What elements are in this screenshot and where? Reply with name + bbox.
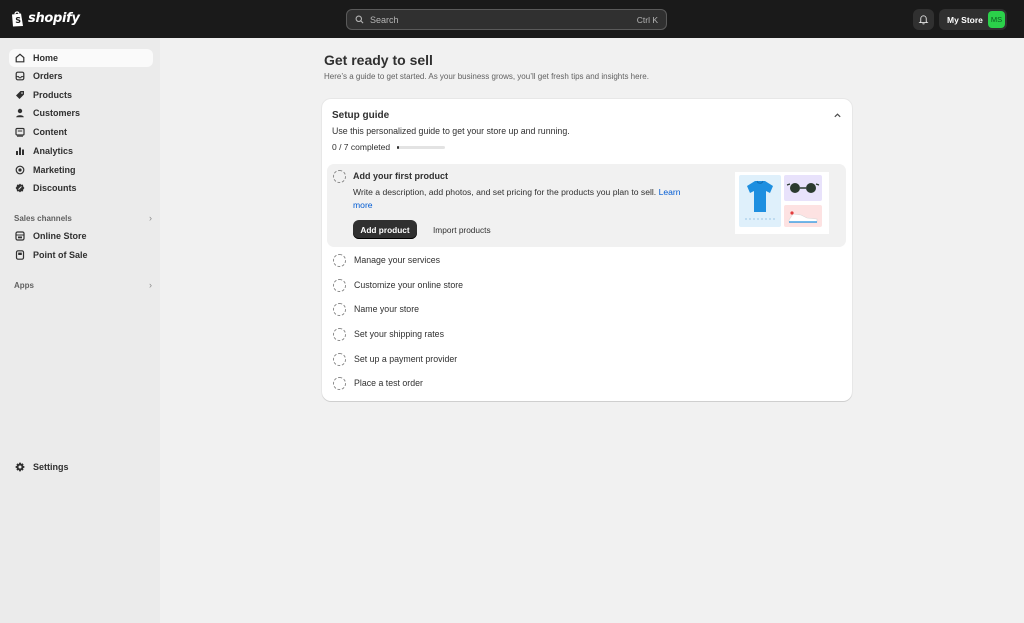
incomplete-checkbox[interactable] (333, 302, 346, 316)
svg-text:S: S (15, 16, 21, 25)
store-menu-button[interactable]: My Store MS (939, 9, 1007, 30)
sidebar-item-label: Products (33, 90, 73, 100)
search-bar[interactable]: Search Ctrl K (346, 9, 667, 30)
sidebar-item-label: Online Store (33, 231, 87, 241)
target-icon (15, 165, 25, 175)
sidebar: Home Orders Products Customers Content A… (0, 38, 160, 623)
add-product-button[interactable]: Add product (353, 220, 417, 239)
collapse-button[interactable] (831, 109, 843, 121)
sidebar-item-marketing[interactable]: Marketing (9, 161, 153, 179)
task-add-first-product[interactable]: Add your first product Write a descripti… (327, 164, 846, 247)
sales-channels-label: Sales channels (14, 213, 72, 223)
discount-icon (15, 183, 25, 193)
sidebar-item-label: Settings (33, 462, 69, 472)
shopify-logo[interactable]: S shopify (11, 10, 80, 27)
person-icon (16, 108, 24, 118)
task-manage-services[interactable]: Manage your services (333, 253, 440, 267)
bell-icon (918, 15, 929, 25)
search-placeholder: Search (370, 14, 399, 25)
task-title: Add your first product (353, 171, 448, 181)
task-label: Manage your services (354, 255, 441, 265)
chevron-right-icon: › (149, 280, 152, 290)
sidebar-item-label: Point of Sale (33, 250, 88, 260)
apps-label: Apps (14, 280, 34, 290)
page-title: Get ready to sell (324, 52, 433, 68)
sidebar-item-label: Discounts (33, 183, 77, 193)
sidebar-item-label: Marketing (33, 165, 76, 175)
task-label: Name your store (354, 304, 420, 314)
task-payment-provider[interactable]: Set up a payment provider (333, 352, 457, 366)
incomplete-checkbox[interactable] (333, 327, 346, 341)
sidebar-item-home[interactable]: Home (9, 49, 153, 67)
sidebar-item-analytics[interactable]: Analytics (9, 142, 153, 160)
progress-bar (397, 145, 446, 149)
progress-row: 0 / 7 completed (332, 142, 446, 152)
orders-icon (15, 71, 25, 81)
sidebar-item-label: Home (33, 53, 59, 63)
tag-icon (16, 91, 24, 99)
sidebar-item-online-store[interactable]: Online Store (9, 227, 153, 245)
gear-icon (15, 462, 25, 472)
sidebar-item-label: Customers (33, 108, 81, 118)
sales-channels-header[interactable]: Sales channels › (14, 213, 152, 223)
task-shipping-rates[interactable]: Set your shipping rates (333, 327, 444, 341)
chevron-up-icon (833, 112, 841, 117)
sidebar-item-label: Content (33, 127, 67, 137)
brand-name: shopify (28, 11, 80, 26)
page-subtitle: Here’s a guide to get started. As your b… (324, 72, 649, 81)
incomplete-checkbox[interactable] (333, 170, 346, 183)
sidebar-item-point-of-sale[interactable]: Point of Sale (9, 246, 153, 264)
setup-guide-card: Setup guide Use this personalized guide … (322, 99, 852, 401)
home-icon (15, 53, 25, 63)
task-description: Write a description, add photos, and set… (353, 186, 683, 212)
bar-chart-icon (16, 147, 24, 155)
task-label: Set your shipping rates (354, 329, 444, 339)
setup-guide-title: Setup guide (332, 110, 390, 121)
sidebar-item-customers[interactable]: Customers (9, 104, 153, 122)
chevron-right-icon: › (149, 213, 152, 223)
incomplete-checkbox[interactable] (333, 376, 346, 390)
incomplete-checkbox[interactable] (333, 278, 346, 292)
shopify-bag-icon: S (12, 11, 23, 27)
store-name: My Store (947, 14, 983, 25)
task-name-store[interactable]: Name your store (333, 302, 419, 316)
import-products-button[interactable]: Import products (433, 220, 491, 239)
task-customize-store[interactable]: Customize your online store (333, 278, 463, 292)
sidebar-item-label: Orders (33, 71, 63, 81)
sidebar-item-products[interactable]: Products (9, 86, 153, 104)
task-test-order[interactable]: Place a test order (333, 376, 423, 390)
task-label: Place a test order (354, 378, 423, 388)
sidebar-item-settings[interactable]: Settings (9, 458, 153, 476)
task-label: Set up a payment provider (354, 354, 458, 364)
sidebar-item-discounts[interactable]: Discounts (9, 179, 153, 197)
content-icon (15, 127, 25, 137)
pos-icon (15, 250, 25, 260)
apps-header[interactable]: Apps › (14, 280, 152, 290)
search-shortcut: Ctrl K (636, 14, 658, 25)
progress-text: 0 / 7 completed (332, 142, 391, 152)
incomplete-checkbox[interactable] (333, 352, 346, 366)
avatar: MS (988, 11, 1005, 28)
store-icon (15, 231, 25, 241)
products-illustration (735, 172, 829, 234)
task-label: Customize your online store (354, 280, 464, 290)
notifications-button[interactable] (913, 9, 934, 30)
setup-guide-description: Use this personalized guide to get your … (332, 126, 570, 136)
incomplete-checkbox[interactable] (333, 253, 346, 267)
task-description-text: Write a description, add photos, and set… (353, 187, 657, 197)
sidebar-item-content[interactable]: Content (9, 123, 153, 141)
search-icon (355, 15, 364, 24)
progress-bar-fill (397, 145, 400, 149)
top-bar: S shopify Search Ctrl K My Store MS (0, 0, 1024, 38)
sidebar-item-label: Analytics (33, 146, 74, 156)
sidebar-item-orders[interactable]: Orders (9, 67, 153, 85)
